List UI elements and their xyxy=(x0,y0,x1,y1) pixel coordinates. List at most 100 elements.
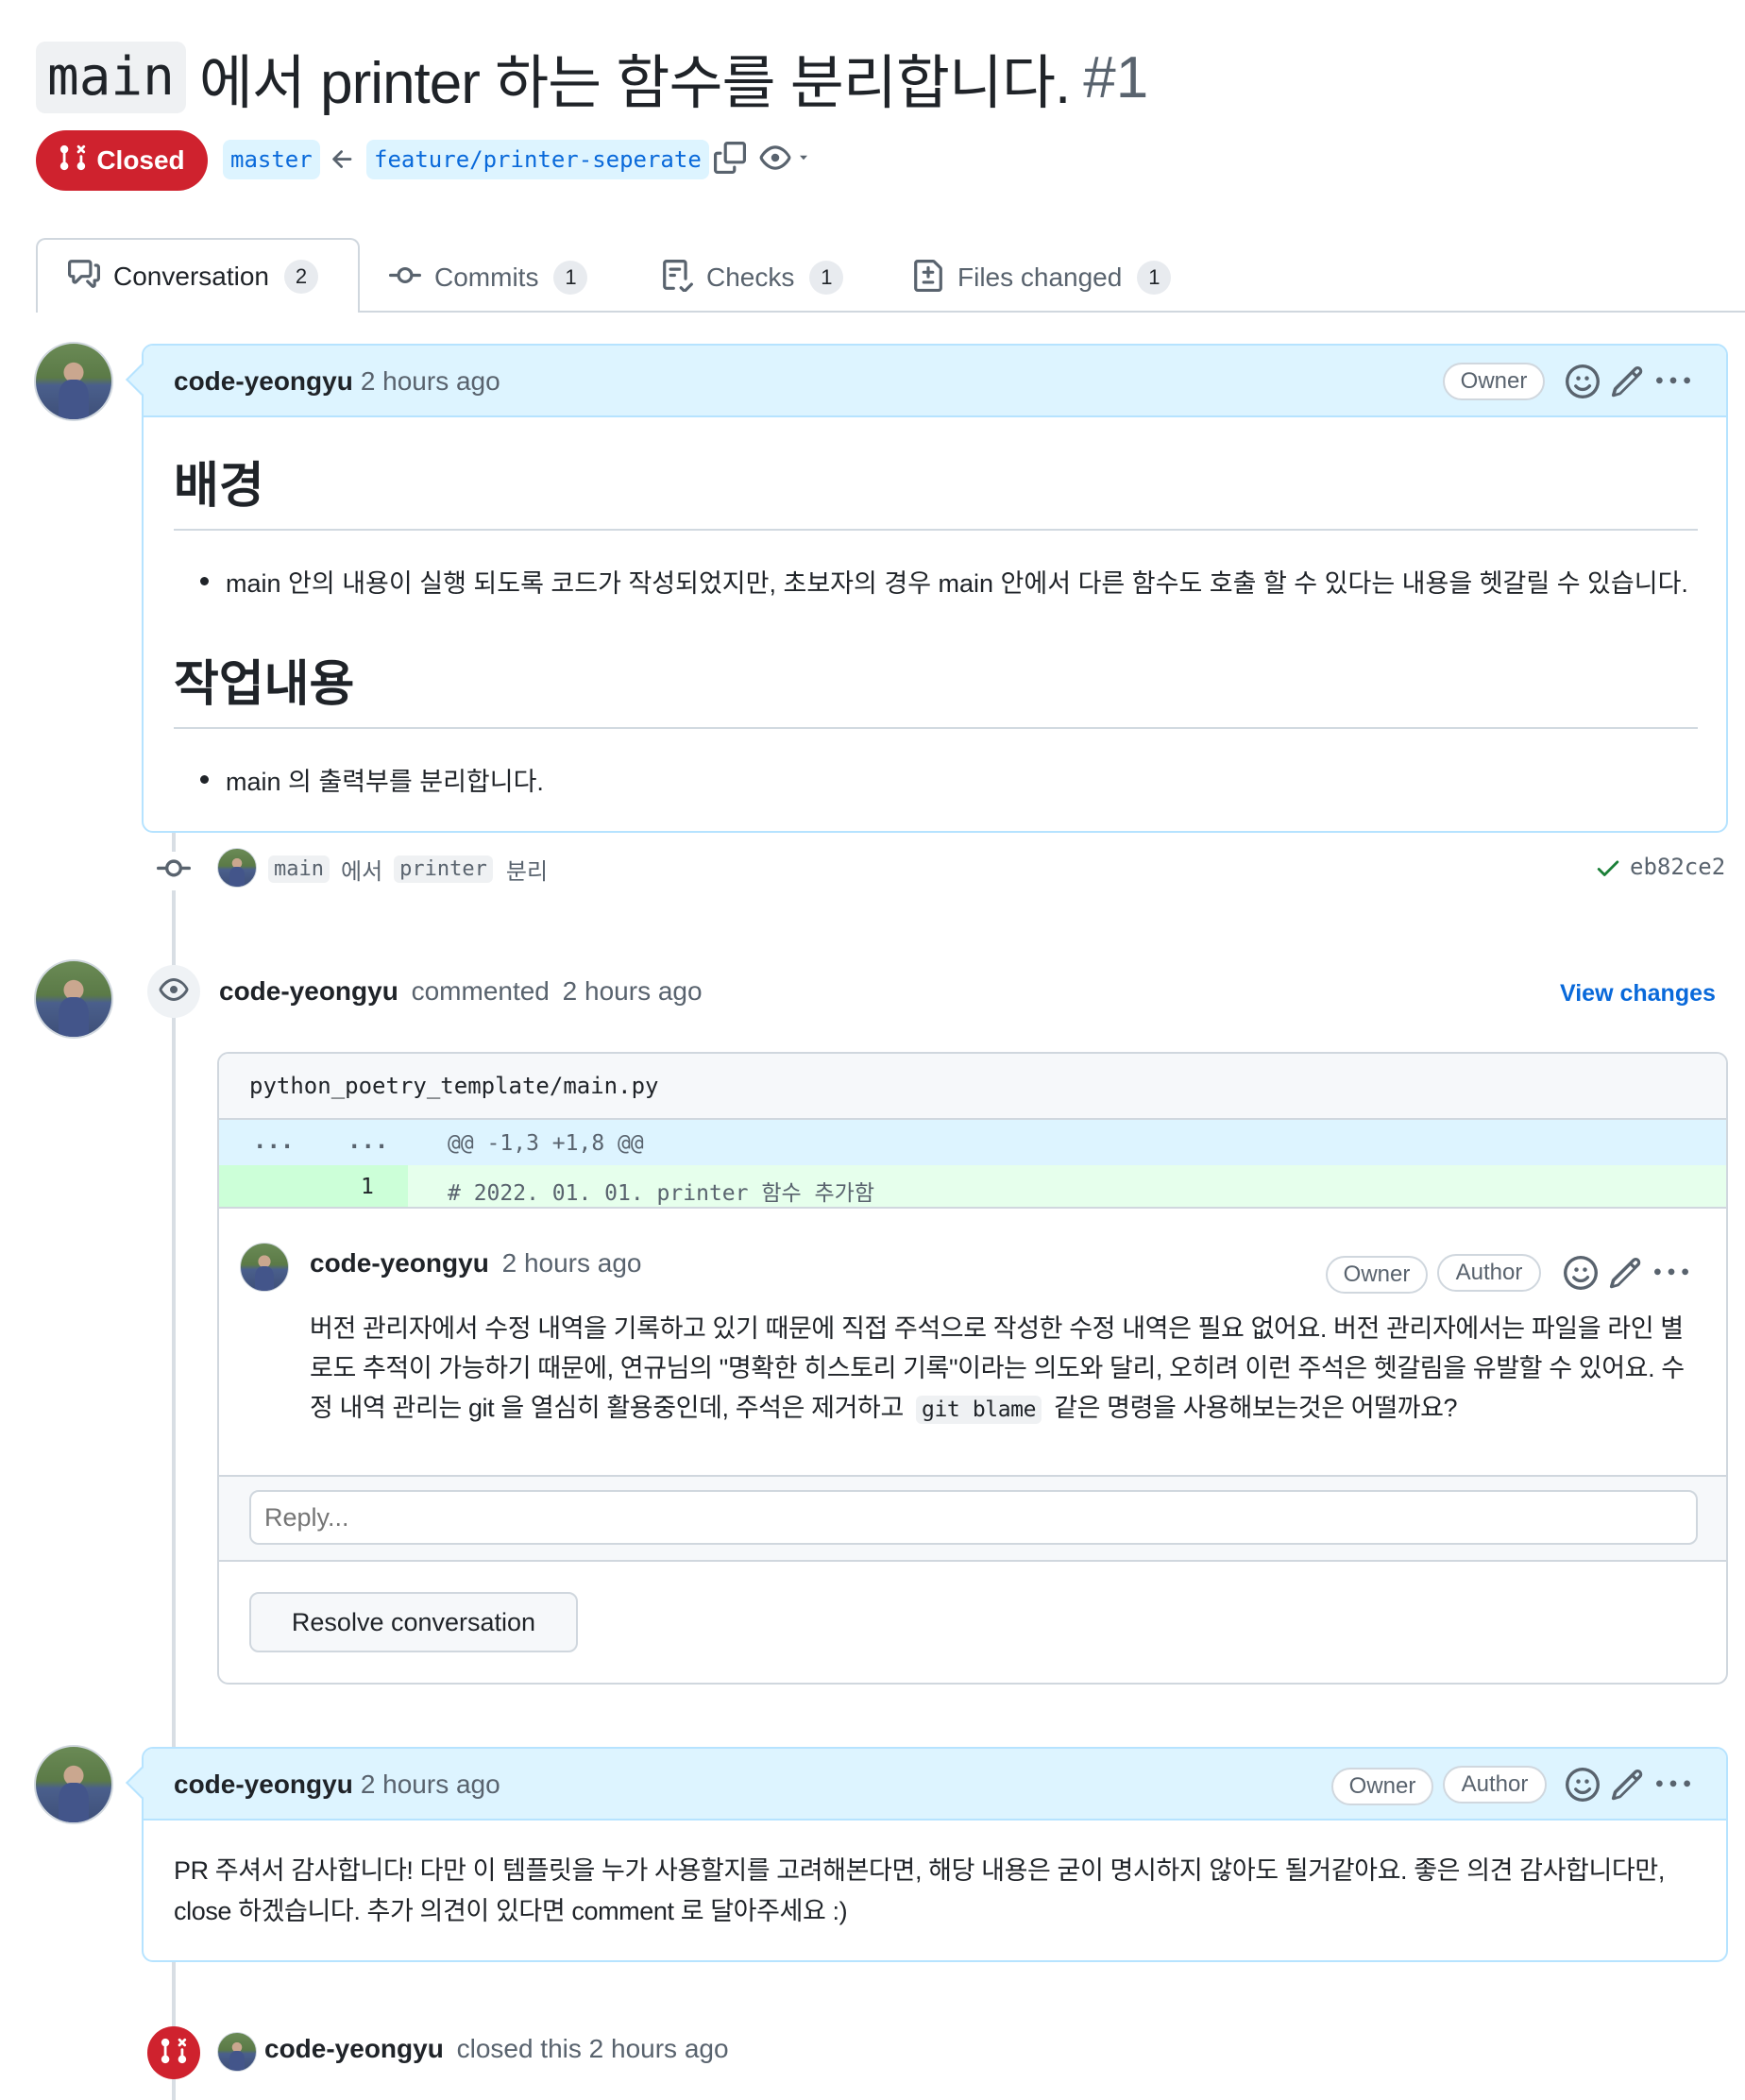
tab-checks-label: Checks xyxy=(706,262,795,292)
smiley-icon[interactable] xyxy=(1564,1256,1598,1295)
owner-badge: Owner xyxy=(1326,1256,1428,1294)
comment-meta: code-yeongyu 2 hours ago xyxy=(174,346,500,417)
resolve-conversation-button[interactable]: Resolve conversation xyxy=(249,1592,578,1652)
comment-time[interactable]: 2 hours ago xyxy=(361,1770,500,1800)
kebab-horizontal-icon[interactable] xyxy=(1656,1768,1690,1806)
commit-text: 분리 xyxy=(505,858,549,885)
closed-event-text: code-yeongyu closed this 2 hours ago xyxy=(264,2034,729,2064)
comment-box: code-yeongyu 2 hours ago Owner 배경 main 안… xyxy=(126,344,1728,833)
tab-files-changed[interactable]: Files changed 1 xyxy=(912,251,1172,304)
review-inline-code: git blame xyxy=(916,1396,1042,1424)
tab-commits-count: 1 xyxy=(553,261,588,295)
bullet-item: main 의 출력부를 분리합니다. xyxy=(200,761,544,798)
commit-message[interactable]: main 에서 printer 분리 xyxy=(268,850,548,888)
commit-sha[interactable]: eb82ce2 xyxy=(1630,854,1725,880)
bullet-dot xyxy=(200,577,209,585)
hunk-row: ... ... @@ -1,3 +1,8 @@ xyxy=(219,1120,1726,1165)
avatar[interactable] xyxy=(34,959,113,1039)
chevron-down-icon xyxy=(795,149,812,171)
eye-icon xyxy=(759,142,791,178)
review-action: commented xyxy=(411,976,550,1006)
arrow-left-icon xyxy=(329,145,357,178)
tab-checks[interactable]: Checks 1 xyxy=(661,251,844,304)
git-commit-icon xyxy=(389,260,421,296)
kebab-horizontal-icon[interactable] xyxy=(1654,1256,1688,1295)
review-body-line: 로도 추적이 가능하기 때문에, 연규님의 "명확한 히스토리 기록"이라는 의… xyxy=(310,1354,1685,1382)
eye-icon xyxy=(159,974,189,1009)
file-path[interactable]: python_poetry_template/main.py xyxy=(249,1073,658,1099)
tab-commits-label: Commits xyxy=(434,262,539,292)
heading-work: 작업내용 xyxy=(174,657,355,712)
copy-icon[interactable] xyxy=(714,142,746,178)
tab-conversation[interactable]: Conversation 2 xyxy=(36,238,360,313)
pr-closed-icon xyxy=(160,2037,188,2070)
comment-box: code-yeongyu 2 hours ago Owner Author PR… xyxy=(126,1747,1728,1962)
pr-title-code: main xyxy=(36,42,186,113)
comment-author[interactable]: code-yeongyu xyxy=(174,1770,353,1800)
comment-body-line: close 하겠습니다. 추가 의견이 있다면 comment 로 달아주세요 … xyxy=(174,1897,848,1925)
pencil-icon[interactable] xyxy=(1611,364,1645,403)
review-time[interactable]: 2 hours ago xyxy=(563,976,703,1006)
bullet-text: main 의 출력부를 분리합니다. xyxy=(226,768,544,796)
review-thread: python_poetry_template/main.py ... ... @… xyxy=(217,1052,1728,1685)
heading-divider xyxy=(174,727,1698,729)
diff-line-number[interactable]: 1 xyxy=(361,1175,374,1199)
avatar[interactable] xyxy=(34,342,113,421)
tab-files-count: 1 xyxy=(1137,261,1172,295)
tab-checks-count: 1 xyxy=(809,261,844,295)
review-body-line: 정 내역 관리는 git 을 열심히 활용중인데, 주석은 제거하고 git b… xyxy=(310,1388,1707,1430)
hunk-num-right: ... xyxy=(347,1127,389,1154)
reply-input[interactable] xyxy=(249,1490,1698,1545)
pr-title-text: 에서 printer 하는 함수를 분리합니다. xyxy=(198,51,1071,116)
comment-author[interactable]: code-yeongyu xyxy=(174,366,353,397)
pencil-icon[interactable] xyxy=(1609,1256,1643,1295)
state-badge: Closed xyxy=(36,130,208,191)
state-label: Closed xyxy=(96,145,185,175)
avatar[interactable] xyxy=(34,1745,113,1824)
closed-event-description: closed this 2 hours ago xyxy=(456,2034,729,2063)
smiley-icon[interactable] xyxy=(1566,364,1600,403)
checklist-icon xyxy=(661,259,693,296)
heading-divider xyxy=(174,529,1698,531)
tab-conversation-count: 2 xyxy=(283,259,318,294)
review-comment-time[interactable]: 2 hours ago xyxy=(502,1248,642,1278)
diff-line-num-bg xyxy=(219,1165,408,1207)
closed-event-author[interactable]: code-yeongyu xyxy=(264,2034,444,2063)
check-icon[interactable] xyxy=(1594,854,1622,887)
diff-line-code: # 2022. 01. 01. printer 함수 추가함 xyxy=(448,1181,874,1206)
review-comment-meta: code-yeongyu 2 hours ago xyxy=(310,1248,641,1279)
bullet-text: main 안의 내용이 실행 되도록 코드가 작성되었지만, 초보자의 경우 m… xyxy=(226,569,1688,598)
kebab-horizontal-icon[interactable] xyxy=(1656,364,1690,403)
review-eye-badge xyxy=(147,965,200,1018)
smiley-icon[interactable] xyxy=(1566,1768,1600,1806)
tab-commits[interactable]: Commits 1 xyxy=(389,251,588,304)
avatar[interactable] xyxy=(217,848,257,888)
bullet-dot xyxy=(200,775,209,784)
closed-event-badge xyxy=(147,2026,200,2079)
git-commit-icon xyxy=(157,852,191,890)
pr-closed-icon xyxy=(59,144,87,178)
pr-number: #1 xyxy=(1083,44,1149,110)
heading-background: 배경 xyxy=(174,459,264,514)
review-body-line: 버전 관리자에서 수정 내역을 기록하고 있기 때문에 직접 주석으로 작성한 … xyxy=(310,1314,1684,1343)
review-header: code-yeongyu commented 2 hours ago xyxy=(219,976,703,1007)
pencil-icon[interactable] xyxy=(1611,1768,1645,1806)
comment-meta: code-yeongyu 2 hours ago xyxy=(174,1749,500,1821)
diff-line: 1 # 2022. 01. 01. printer 함수 추가함 xyxy=(219,1165,1726,1209)
view-changes-link[interactable]: View changes xyxy=(1560,980,1716,1008)
avatar[interactable] xyxy=(217,2032,257,2072)
avatar[interactable] xyxy=(240,1243,289,1292)
watch-dropdown[interactable] xyxy=(759,142,812,178)
comment-body-line: PR 주셔서 감사합니다! 다만 이 템플릿을 누가 사용할지를 고려해본다면,… xyxy=(174,1856,1665,1885)
review-author[interactable]: code-yeongyu xyxy=(219,976,398,1006)
comment-time[interactable]: 2 hours ago xyxy=(361,366,500,397)
head-branch[interactable]: feature/printer-seperate xyxy=(366,140,709,179)
review-body-text: 같은 명령을 사용해보는것은 어떨까요? xyxy=(1054,1394,1458,1422)
author-badge: Author xyxy=(1437,1254,1541,1292)
file-diff-icon xyxy=(912,259,944,296)
review-comment-author[interactable]: code-yeongyu xyxy=(310,1248,489,1278)
owner-badge: Owner xyxy=(1331,1768,1433,1805)
base-branch[interactable]: master xyxy=(223,140,320,179)
commit-text: 에서 xyxy=(340,858,383,885)
bullet-item: main 안의 내용이 실행 되도록 코드가 작성되었지만, 초보자의 경우 m… xyxy=(200,563,1688,600)
